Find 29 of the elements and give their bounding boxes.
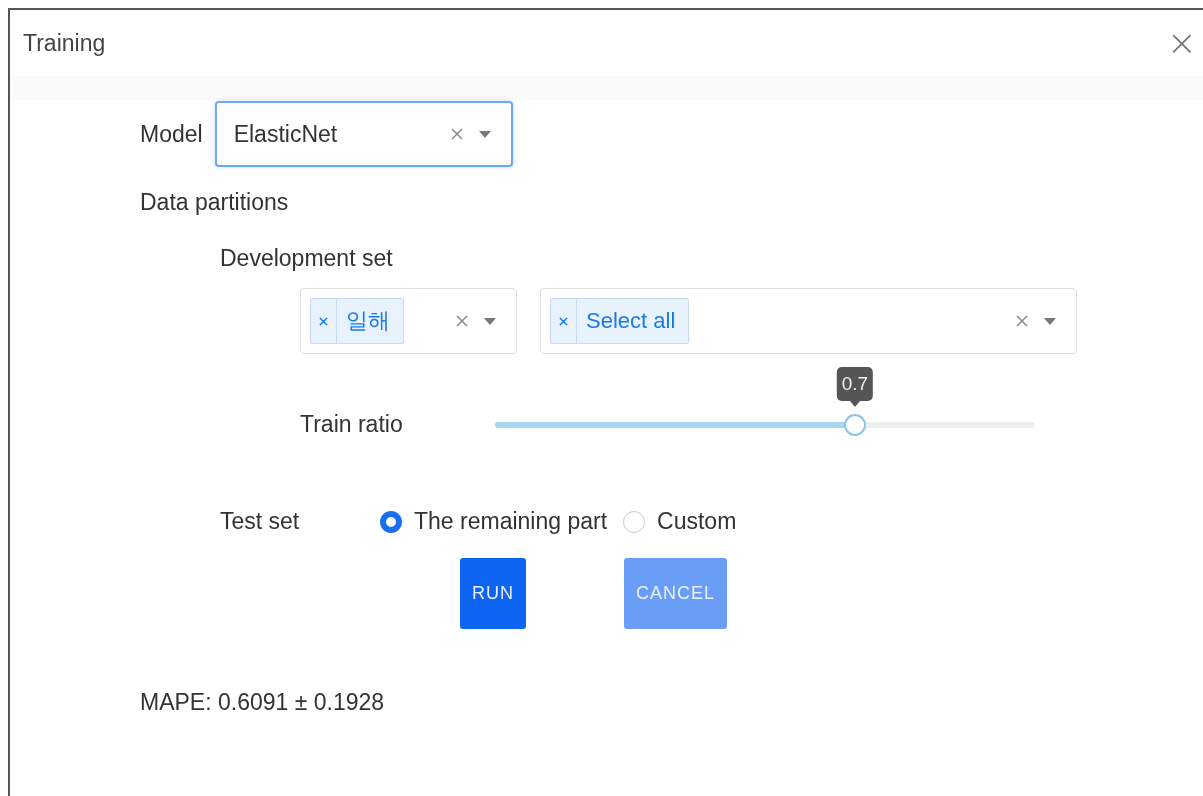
close-button[interactable]: × <box>1166 25 1197 61</box>
radio-label[interactable]: Custom <box>657 508 737 535</box>
test-set-label: Test set <box>220 508 301 535</box>
multi-select[interactable]: 일해 <box>300 288 517 354</box>
radio-label[interactable]: The remaining part <box>414 508 608 535</box>
model-label: Model <box>140 120 203 148</box>
slider-thumb[interactable] <box>843 413 866 436</box>
value-tooltip: 0.7 <box>836 366 874 401</box>
action-button[interactable]: RUN <box>460 558 526 629</box>
radio-button[interactable] <box>380 510 402 533</box>
tag-chip: Select all <box>550 298 690 344</box>
train-ratio-label: Train ratio <box>300 411 403 438</box>
caret-icon[interactable] <box>1044 317 1056 325</box>
tag-chip: 일해 <box>310 298 404 344</box>
clear-icon[interactable] <box>1016 315 1028 327</box>
tooltip-arrow-icon <box>849 400 860 407</box>
model-select[interactable]: ElasticNet <box>214 101 513 167</box>
clear-icon[interactable] <box>450 128 463 140</box>
radio-button[interactable] <box>623 510 646 533</box>
development-set-label: Development set <box>220 245 394 272</box>
result-text: MAPE: 0.6091 ± 0.1928 <box>140 689 386 716</box>
dialog-title: Training <box>23 29 106 57</box>
remove-tag-icon[interactable] <box>559 316 568 326</box>
remove-tag-icon[interactable] <box>319 316 328 326</box>
clear-icon[interactable] <box>456 315 468 327</box>
caret-icon[interactable] <box>484 317 496 325</box>
caret-icon[interactable] <box>478 130 491 138</box>
section-label: Data partitions <box>140 189 290 216</box>
multi-select[interactable]: Select all <box>540 288 1077 354</box>
